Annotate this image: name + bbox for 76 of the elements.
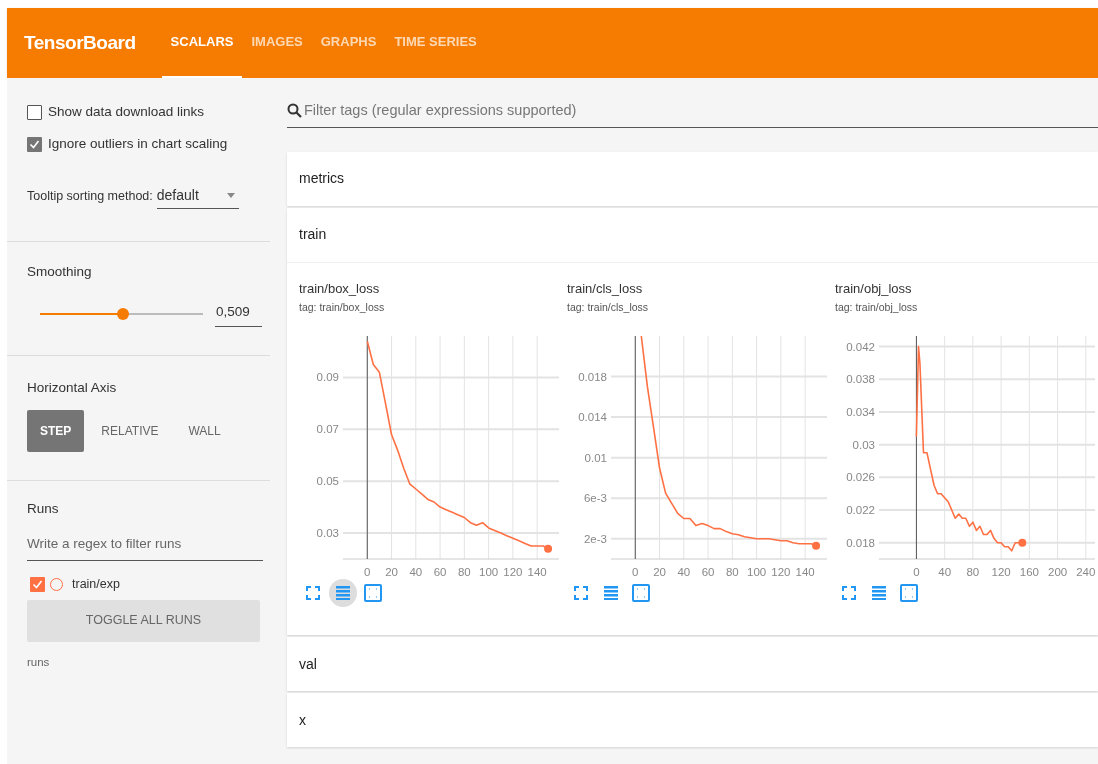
- checkbox[interactable]: [27, 136, 42, 152]
- chart-title: train/box_loss: [299, 279, 381, 298]
- y-tick-label: 0.034: [846, 405, 875, 418]
- x-tick-label: 100: [747, 566, 767, 577]
- y-tick-label: 0.026: [846, 471, 875, 484]
- x-tick-label: 80: [966, 566, 980, 577]
- series-end-dot: [1018, 538, 1027, 547]
- section-title: Smoothing: [27, 262, 93, 281]
- x-tick-label: 40: [938, 566, 952, 577]
- x-tick-label: 140: [795, 566, 815, 577]
- series-end-dot: [544, 544, 553, 553]
- x-tick-label: 120: [991, 566, 1011, 577]
- section-title: Runs: [27, 500, 60, 519]
- smoothing-input[interactable]: 0,509: [215, 301, 262, 327]
- chart-title: train/cls_loss: [567, 279, 644, 298]
- y-tick-label: 0.03: [852, 438, 875, 451]
- tag-filter-field[interactable]: Filter tags (regular expressions supported): [304, 100, 1098, 122]
- section-header[interactable]: metrics: [287, 151, 1098, 206]
- toggle-runs-button[interactable]: TOGGLE ALL RUNS: [27, 599, 260, 642]
- axis-toggle[interactable]: STEP: [27, 410, 85, 453]
- x-tick-label: 100: [479, 566, 499, 577]
- list-icon[interactable]: [329, 579, 357, 607]
- x-tick-label: 0: [364, 566, 371, 577]
- y-tick-label: 0.018: [846, 536, 875, 549]
- x-tick-label: 60: [701, 566, 715, 577]
- chart-tag: tag: train/box_loss: [299, 300, 561, 316]
- axis-toggle[interactable]: RELATIVE: [88, 410, 172, 453]
- y-tick-label: 0.018: [578, 370, 607, 383]
- y-tick-label: 0.022: [846, 504, 875, 516]
- x-tick-label: 40: [409, 566, 423, 577]
- checkbox-label: Show data download links: [48, 103, 205, 121]
- y-tick-label: 0.038: [846, 373, 875, 386]
- sort-dropdown[interactable]: default: [156, 184, 239, 209]
- search-icon: [287, 103, 302, 119]
- checkbox[interactable]: [27, 104, 42, 120]
- x-tick-label: 160: [1019, 566, 1039, 577]
- chart-tag: tag: train/cls_loss: [567, 300, 829, 316]
- checkbox-label: Ignore outliers in chart scaling: [48, 135, 228, 154]
- x-tick-label: 200: [1048, 566, 1068, 577]
- chart-title: train/obj_loss: [835, 279, 913, 298]
- x-tick-label: 120: [503, 566, 523, 577]
- x-tick-label: 0: [913, 566, 920, 577]
- x-tick-label: 0: [632, 566, 639, 577]
- field-label: Tooltip sorting method:: [27, 188, 153, 206]
- y-tick-label: 0.01: [584, 451, 607, 464]
- x-tick-label: 80: [457, 566, 471, 577]
- y-tick-label: 2e-3: [583, 532, 607, 545]
- x-tick-label: 120: [771, 566, 791, 577]
- checkbox[interactable]: [30, 576, 45, 592]
- y-tick-label: 0.09: [316, 371, 339, 384]
- section-header[interactable]: train: [287, 207, 1098, 262]
- axis-toggle[interactable]: WALL: [175, 410, 234, 453]
- filter-field[interactable]: Write a regex to filter runs: [27, 533, 263, 561]
- y-tick-label: 0.07: [316, 423, 339, 436]
- y-tick-label: 6e-3: [583, 492, 607, 505]
- slider-thumb[interactable]: [116, 308, 129, 321]
- x-tick-label: 20: [385, 566, 398, 577]
- section-header[interactable]: x: [287, 693, 1098, 747]
- x-tick-label: 80: [725, 566, 739, 577]
- section-header[interactable]: val: [287, 637, 1098, 691]
- x-tick-label: 240: [1076, 566, 1096, 577]
- y-tick-label: 0.014: [578, 411, 607, 424]
- x-tick-label: 20: [653, 566, 666, 577]
- app-title: TensorBoard: [24, 30, 136, 55]
- x-tick-label: 40: [677, 566, 691, 577]
- run-label: train/exp: [72, 575, 120, 593]
- runs-caption: runs: [27, 654, 51, 670]
- x-tick-label: 60: [433, 566, 447, 577]
- series-end-dot: [812, 541, 821, 550]
- chart-tag: tag: train/obj_loss: [835, 300, 1097, 316]
- y-tick-label: 0.03: [316, 527, 339, 540]
- y-tick-label: 0.042: [846, 340, 875, 353]
- section-title: Horizontal Axis: [27, 379, 118, 397]
- x-tick-label: 140: [527, 566, 547, 577]
- y-tick-label: 0.05: [316, 475, 339, 488]
- caret-icon[interactable]: [226, 192, 235, 198]
